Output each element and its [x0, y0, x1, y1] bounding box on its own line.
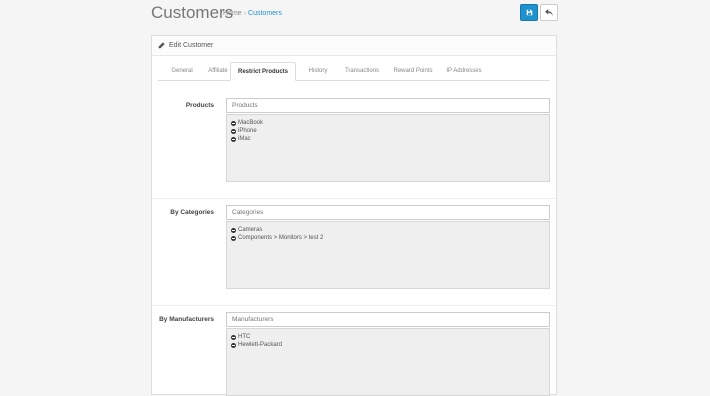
save-icon [526, 9, 532, 16]
list-item-label: Components > Monitors > test 2 [238, 235, 324, 241]
remove-icon[interactable] [231, 235, 236, 241]
remove-icon[interactable] [231, 120, 236, 126]
back-button[interactable] [540, 4, 558, 21]
list-item: Hewlett-Packard [231, 341, 545, 349]
remove-icon[interactable] [231, 128, 236, 134]
tab-ip-addresses[interactable]: IP Addresses [441, 62, 487, 80]
breadcrumb-separator: › [243, 10, 247, 17]
panel-heading: Edit Customer [152, 36, 556, 56]
categories-input[interactable] [226, 205, 550, 220]
tab-restrict-products[interactable]: Restrict Products [230, 62, 296, 81]
page-title: Customers [151, 3, 234, 22]
products-input[interactable] [226, 98, 550, 113]
list-item-label: Cameras [238, 227, 263, 233]
breadcrumb-customers[interactable]: Customers [248, 10, 282, 17]
breadcrumb-home[interactable]: Home [223, 10, 242, 17]
categories-label: By Categories [170, 209, 214, 216]
list-item: iPhone [231, 127, 545, 135]
section-divider [152, 198, 556, 199]
remove-icon[interactable] [231, 227, 236, 233]
list-item-label: Hewlett-Packard [238, 342, 283, 348]
list-item-label: iMac [238, 136, 251, 142]
remove-icon[interactable] [231, 342, 236, 348]
tab-bar: General Affiliate Restrict Products Hist… [158, 62, 550, 81]
edit-customer-panel: Edit Customer General Affiliate Restrict… [151, 35, 557, 396]
list-item: iMac [231, 135, 545, 143]
save-button[interactable] [520, 4, 538, 21]
breadcrumb: Home › Customers [223, 10, 282, 17]
tab-transactions[interactable]: Transactions [338, 62, 386, 80]
products-list: MacBook iPhone iMac [226, 114, 550, 182]
reply-icon [545, 9, 553, 16]
panel-heading-title: Edit Customer [169, 42, 214, 49]
manufacturers-label: By Manufacturers [159, 316, 214, 323]
remove-icon[interactable] [231, 334, 236, 340]
manufacturers-input[interactable] [226, 312, 550, 327]
list-item: Components > Monitors > test 2 [231, 234, 545, 242]
products-label: Products [185, 102, 214, 109]
categories-list: Cameras Components > Monitors > test 2 [226, 221, 550, 289]
list-item: MacBook [231, 119, 545, 127]
manufacturers-list: HTC Hewlett-Packard [226, 328, 550, 396]
pencil-icon [158, 42, 165, 49]
list-item-label: MacBook [238, 120, 264, 126]
list-item: Cameras [231, 226, 545, 234]
list-item-label: iPhone [238, 128, 257, 134]
tab-general[interactable]: General [164, 62, 200, 80]
tab-history[interactable]: History [302, 62, 334, 80]
remove-icon[interactable] [231, 136, 236, 142]
list-item-label: HTC [238, 334, 251, 340]
section-divider [152, 305, 556, 306]
tab-reward-points[interactable]: Reward Points [388, 62, 438, 80]
list-item: HTC [231, 333, 545, 341]
